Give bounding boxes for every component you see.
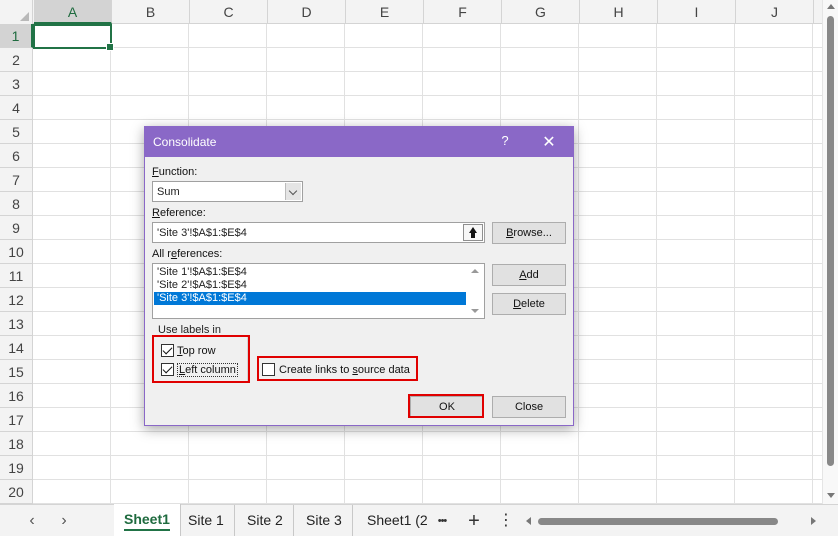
- row-header-14[interactable]: 14: [0, 336, 33, 360]
- reference-input-value: 'Site 3'!$A$1:$E$4: [157, 227, 247, 239]
- selected-cell-a1[interactable]: [33, 24, 114, 51]
- close-icon[interactable]: ✕: [540, 132, 558, 152]
- row-header-6[interactable]: 6: [0, 144, 33, 168]
- row-header-7[interactable]: 7: [0, 168, 33, 192]
- tab-options-icon[interactable]: ⋮: [496, 509, 516, 533]
- list-item[interactable]: 'Site 1'!$A$1:$E$4: [154, 266, 466, 279]
- excel-window: ABCDEFGHIJ 1 2 3 4 5 6 7 8 9 10 11 12 13 14 15 16 17 18 19…: [0, 0, 838, 536]
- add-button[interactable]: Add: [492, 264, 566, 286]
- help-icon[interactable]: ?: [497, 133, 513, 148]
- vertical-scroll-thumb[interactable]: [827, 16, 834, 466]
- collapse-dialog-icon[interactable]: [463, 224, 483, 241]
- reference-label: Reference:: [152, 207, 206, 219]
- scroll-up-icon[interactable]: [827, 4, 835, 9]
- scroll-right-icon[interactable]: [811, 517, 816, 525]
- column-header-h[interactable]: H: [580, 0, 658, 24]
- scroll-down-icon[interactable]: [827, 493, 835, 498]
- list-item-selected[interactable]: 'Site 3'!$A$1:$E$4: [154, 292, 466, 305]
- row-header-16[interactable]: 16: [0, 384, 33, 408]
- horizontal-scrollbar[interactable]: [522, 511, 820, 531]
- consolidate-dialog: Consolidate ? ✕ Function: Sum Reference:…: [144, 126, 574, 426]
- list-scrollbar[interactable]: [467, 265, 483, 317]
- row-header-4[interactable]: 4: [0, 96, 33, 120]
- sheet-tab-bar: ‹ › Sheet1 Site 1 Site 2 Site 3 Sheet1 (…: [0, 504, 838, 536]
- dialog-title: Consolidate: [153, 135, 217, 149]
- chevron-down-icon[interactable]: [285, 183, 301, 200]
- list-scroll-down-icon[interactable]: [471, 309, 479, 313]
- column-header-j[interactable]: J: [736, 0, 814, 24]
- row-header-11[interactable]: 11: [0, 264, 33, 288]
- sheet-tab-site-3[interactable]: Site 3: [296, 505, 353, 536]
- highlight-create-links: [257, 356, 418, 381]
- row-header-8[interactable]: 8: [0, 192, 33, 216]
- scroll-left-icon[interactable]: [526, 517, 531, 525]
- column-header-g[interactable]: G: [502, 0, 580, 24]
- row-header-12[interactable]: 12: [0, 288, 33, 312]
- list-item[interactable]: 'Site 2'!$A$1:$E$4: [154, 279, 466, 292]
- column-header-b[interactable]: B: [112, 0, 190, 24]
- next-sheet-chevron-icon[interactable]: ›: [54, 511, 74, 531]
- row-header-2[interactable]: 2: [0, 48, 33, 72]
- row-header-15[interactable]: 15: [0, 360, 33, 384]
- list-scroll-up-icon[interactable]: [471, 269, 479, 273]
- sheet-tab-sheet1[interactable]: Sheet1: [114, 504, 181, 536]
- more-sheets-icon[interactable]: •••: [432, 509, 452, 533]
- row-header-10[interactable]: 10: [0, 240, 33, 264]
- all-references-label: All references:: [152, 248, 223, 260]
- sheet-tab-site-1[interactable]: Site 1: [178, 505, 235, 536]
- column-header-i[interactable]: I: [658, 0, 736, 24]
- column-header-c[interactable]: C: [190, 0, 268, 24]
- row-header-1[interactable]: 1: [0, 24, 33, 48]
- row-header-5[interactable]: 5: [0, 120, 33, 144]
- row-header-17[interactable]: 17: [0, 408, 33, 432]
- sheet-tab-sheet1-2[interactable]: Sheet1 (2: [357, 505, 430, 536]
- column-header-e[interactable]: E: [346, 0, 424, 24]
- highlight-ok-button: [408, 394, 484, 418]
- vertical-scrollbar[interactable]: [822, 0, 838, 504]
- column-header-a[interactable]: A: [34, 0, 112, 24]
- browse-button[interactable]: Browse...: [492, 222, 566, 244]
- reference-input[interactable]: 'Site 3'!$A$1:$E$4: [152, 222, 485, 243]
- horizontal-scroll-thumb[interactable]: [538, 518, 778, 525]
- row-header-3[interactable]: 3: [0, 72, 33, 96]
- row-header-13[interactable]: 13: [0, 312, 33, 336]
- function-select[interactable]: Sum: [152, 181, 303, 202]
- select-all-corner[interactable]: [0, 0, 33, 24]
- row-header-19[interactable]: 19: [0, 456, 33, 480]
- all-references-list[interactable]: 'Site 1'!$A$1:$E$4 'Site 2'!$A$1:$E$4 'S…: [152, 263, 485, 319]
- sheet-tab-site-2[interactable]: Site 2: [237, 505, 294, 536]
- function-label: Function:: [152, 166, 198, 178]
- column-header-d[interactable]: D: [268, 0, 346, 24]
- row-header-18[interactable]: 18: [0, 432, 33, 456]
- row-header-9[interactable]: 9: [0, 216, 33, 240]
- dialog-titlebar[interactable]: Consolidate ? ✕: [145, 127, 573, 157]
- highlight-use-labels: [152, 335, 250, 383]
- add-sheet-icon[interactable]: +: [464, 509, 484, 533]
- prev-sheet-chevron-icon[interactable]: ‹: [22, 511, 42, 531]
- close-button[interactable]: Close: [492, 396, 566, 418]
- function-select-value: Sum: [157, 186, 180, 198]
- row-header-20[interactable]: 20: [0, 480, 33, 504]
- column-header-f[interactable]: F: [424, 0, 502, 24]
- delete-button[interactable]: Delete: [492, 293, 566, 315]
